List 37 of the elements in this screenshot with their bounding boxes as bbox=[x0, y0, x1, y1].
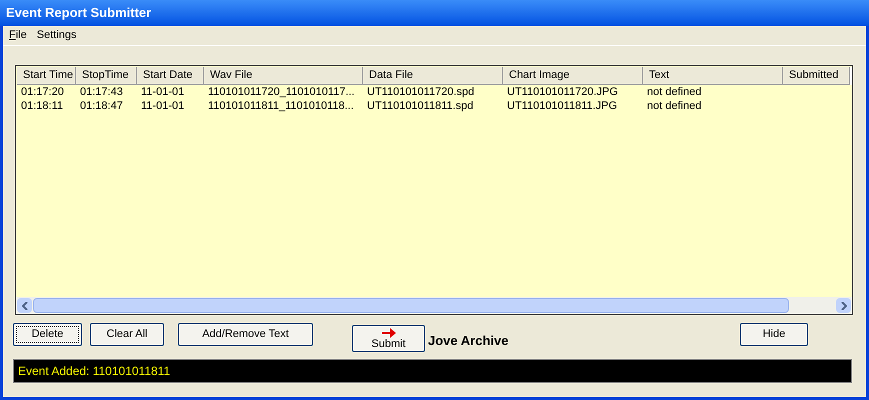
menu-item[interactable]: Settings bbox=[36, 27, 76, 44]
column-header[interactable]: Text bbox=[643, 67, 783, 85]
table-cell-text: UT110101011811.JPG bbox=[506, 99, 618, 113]
scroll-right-button[interactable] bbox=[836, 298, 851, 313]
column-header[interactable]: Submitted bbox=[783, 67, 850, 85]
status-text: Event Added: 110101011811 bbox=[18, 363, 170, 380]
table-cell-text: UT110101011720.JPG bbox=[506, 85, 619, 99]
table-cell-text: UT110101011720.spd bbox=[366, 85, 476, 99]
action-button[interactable]: Clear All bbox=[90, 323, 164, 346]
column-header[interactable]: Start Time bbox=[17, 67, 76, 85]
column-header[interactable]: StopTime bbox=[76, 67, 137, 85]
column-header[interactable]: Data File bbox=[363, 67, 503, 85]
table-cell-text: UT110101011811.spd bbox=[366, 99, 474, 113]
hide-button[interactable]: Hide bbox=[740, 323, 808, 346]
table-cell-text: 11-01-01 bbox=[140, 85, 186, 99]
column-header[interactable]: Chart Image bbox=[503, 67, 643, 85]
table-cell-text: not defined bbox=[646, 85, 702, 99]
table-cell-text: 01:18:11 bbox=[20, 99, 64, 113]
table-cell-text: 110101011720_1101010117... bbox=[207, 85, 356, 99]
menu-item[interactable]: File bbox=[9, 27, 27, 44]
scroll-left-button[interactable] bbox=[17, 298, 32, 313]
action-button[interactable]: Add/Remove Text bbox=[178, 323, 313, 346]
arrow-icon bbox=[382, 328, 396, 338]
column-header[interactable]: Wav File bbox=[204, 67, 363, 85]
table-cell-text: 11-01-01 bbox=[140, 99, 186, 113]
action-button[interactable]: Delete bbox=[13, 323, 82, 346]
scroll-thumb[interactable] bbox=[33, 298, 789, 313]
table-cell-text: not defined bbox=[646, 99, 702, 113]
horizontal-scrollbar[interactable] bbox=[16, 297, 852, 314]
window-title: Event Report Submitter bbox=[6, 4, 152, 22]
archive-label: Jove Archive bbox=[428, 332, 508, 350]
table-cell-text: 01:18:47 bbox=[79, 99, 124, 113]
submit-button[interactable]: Submit bbox=[352, 325, 425, 352]
column-header[interactable]: Start Date bbox=[137, 67, 204, 85]
table-cell-text: 01:17:20 bbox=[20, 85, 65, 99]
table-cell-text: 110101011811_1101010118... bbox=[207, 99, 355, 113]
table-cell-text: 01:17:43 bbox=[79, 85, 124, 99]
